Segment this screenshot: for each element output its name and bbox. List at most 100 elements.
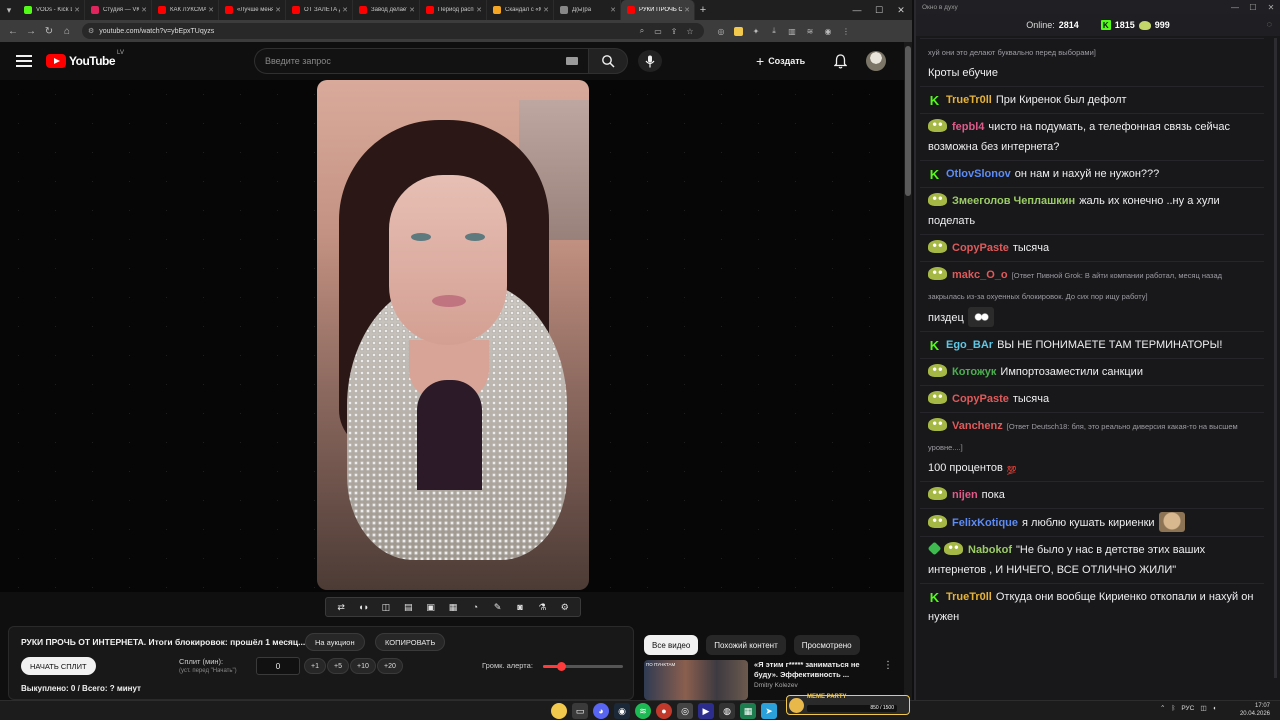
chat-username[interactable]: Nabokof (968, 544, 1012, 556)
add-5-button[interactable]: +5 (327, 658, 349, 674)
chat-close-icon[interactable]: ✕ (1262, 3, 1280, 12)
scrollbar-thumb[interactable] (905, 46, 911, 196)
steam-icon[interactable]: ◉ (614, 703, 630, 719)
app-icon[interactable]: ◎ (677, 703, 693, 719)
menu-kebab-icon[interactable]: ⋮ (837, 27, 855, 36)
chat-username[interactable]: Ego_BAr (946, 339, 993, 351)
spreadsheet-icon[interactable]: ▦ (740, 703, 756, 719)
back-icon[interactable]: ← (4, 26, 22, 37)
chat-username[interactable]: Змееголов Чеплашкин (952, 195, 1075, 207)
split-view-icon[interactable]: ▥ (783, 27, 801, 36)
screenshot-view-icon[interactable]: ◫ (377, 602, 395, 613)
chip-related[interactable]: Похожий контент (706, 635, 786, 655)
chat-username[interactable]: fepbl4 (952, 121, 984, 133)
copy-button[interactable]: КОПИРОВАТЬ (375, 633, 446, 651)
site-info-icon[interactable]: ⚙ (88, 27, 94, 35)
spotify-icon[interactable]: ≋ (635, 703, 651, 719)
cast-icon[interactable]: ▭ (650, 27, 666, 36)
picture-in-picture-icon[interactable]: ▣ (422, 602, 440, 613)
tab-close-icon[interactable]: ✕ (208, 6, 214, 14)
youtube-logo[interactable]: YouTube LV (46, 50, 124, 68)
browser-tab[interactable]: Д(ы)ра ✕ (554, 0, 621, 20)
recommended-video[interactable]: ПО ПУНКТАМ «Я этим г***** заниматься не … (644, 660, 904, 700)
chat-username[interactable]: FelixKotique (952, 517, 1018, 529)
alert-volume-slider[interactable] (543, 662, 623, 671)
chat-settings-icon[interactable]: ◌ (1267, 19, 1272, 29)
extension-icon[interactable]: ◎ (712, 27, 730, 36)
browser-tab[interactable]: Период распис✕ (420, 0, 487, 20)
chat-message[interactable]: K OtlovSlonov он нам и нахуй не нужон??? (920, 160, 1264, 187)
account-avatar[interactable] (866, 51, 886, 71)
chat-message[interactable]: Змееголов Чеплашкин жаль их конечно ..ну … (920, 187, 1264, 234)
chat-username[interactable]: OtlovSlonov (946, 168, 1011, 180)
sidebar-icon[interactable]: ≋ (801, 27, 819, 36)
chat-username[interactable]: Vanchenz (952, 420, 1003, 432)
address-bar[interactable]: ⚙ youtube.com/watch?v=ybEpxTUqyzs ⌕ ▭ ⇪ … (82, 23, 704, 39)
loop-icon[interactable]: ⇄ (332, 602, 350, 613)
channel-name[interactable]: Dmitry Kolezev (754, 682, 880, 689)
chrome-icon[interactable] (551, 703, 567, 719)
downloads-icon[interactable]: ⤓ (765, 26, 783, 36)
flask-icon[interactable]: ⚗ (533, 602, 551, 613)
chat-username[interactable]: CopyPaste (952, 242, 1009, 254)
telegram-icon[interactable]: ➤ (761, 703, 777, 719)
discord-icon[interactable]: ◕ (593, 703, 609, 719)
page-scrollbar[interactable] (904, 42, 912, 700)
reload-icon[interactable]: ↻ (40, 26, 58, 37)
home-icon[interactable]: ⌂ (58, 26, 76, 37)
chat-username[interactable]: CopyPaste (952, 393, 1009, 405)
split-minutes-input[interactable]: 0 (256, 657, 300, 675)
browser-tab[interactable]: РУКИ ПРОЧЬ О ✕ (621, 0, 695, 20)
edit-icon[interactable]: ✎ (489, 602, 507, 613)
extension-badge-icon[interactable] (734, 26, 743, 36)
extension-puzzle-icon[interactable]: ✦ (747, 27, 765, 36)
tab-close-icon[interactable]: ✕ (275, 6, 281, 14)
chip-watched[interactable]: Просмотрено (793, 635, 860, 655)
obs-icon[interactable]: ◍ (719, 703, 735, 719)
network-icon[interactable]: ◫ (1200, 704, 1206, 712)
chat-message[interactable]: makc_O_o [Ответ Пивной Grok: В айти компа… (920, 261, 1264, 331)
tab-close-icon[interactable]: ✕ (543, 6, 549, 14)
alert-volume-knob[interactable] (556, 662, 566, 671)
close-window-icon[interactable]: ✕ (890, 5, 912, 16)
browser-tab[interactable]: КАК ЛУКСМАКС✕ (152, 0, 219, 20)
chat-username[interactable]: makc_O_o (952, 269, 1008, 281)
chat-message[interactable]: K Ego_BAr ВЫ НЕ ПОНИМАЕТЕ ТАМ ТЕРМИНАТОРЫ! (920, 331, 1264, 358)
forward-icon[interactable]: → (22, 26, 40, 37)
chat-message-list[interactable]: хуй они это делают буквально перед выбор… (920, 38, 1264, 700)
browser-tab[interactable]: VODs - Kick Du✕ (18, 0, 85, 20)
share-icon[interactable]: ⇪ (666, 27, 682, 36)
add-1-button[interactable]: +1 (304, 658, 326, 674)
tab-close-icon[interactable]: ✕ (342, 6, 348, 14)
chat-username[interactable]: nijen (952, 489, 978, 501)
search-input[interactable]: Введите запрос (254, 48, 588, 74)
profile-icon[interactable]: ◉ (819, 27, 837, 36)
recommended-title[interactable]: «Я этим г***** заниматься не буду». Эффе… (754, 660, 880, 680)
maximize-icon[interactable]: ☐ (868, 5, 890, 16)
chat-username[interactable]: TrueTr0ll (946, 94, 992, 106)
tray-chevron-icon[interactable]: ⌃ (1160, 704, 1165, 712)
chat-username[interactable]: TrueTr0ll (946, 591, 992, 603)
minimize-icon[interactable]: — (846, 5, 868, 16)
meme-party-widget[interactable]: MEME PARTY 850 / 1500 (786, 694, 910, 715)
browser-tab[interactable]: «Лучше меня у✕ (219, 0, 286, 20)
add-10-button[interactable]: +10 (350, 658, 376, 674)
start-split-button[interactable]: НАЧАТЬ СПЛИТ (21, 657, 96, 675)
tab-close-icon[interactable]: ✕ (141, 6, 147, 14)
speed-gauge-icon[interactable]: ◔ (466, 602, 484, 612)
browser-tab[interactable]: Студия — VK В✕ (85, 0, 152, 20)
video-thumbnail[interactable]: ПО ПУНКТАМ (644, 660, 748, 700)
tab-close-icon[interactable]: ✕ (476, 6, 482, 14)
chat-minimize-icon[interactable]: — (1226, 3, 1244, 12)
language-indicator[interactable]: РУС (1181, 705, 1194, 712)
tab-close-icon[interactable]: ✕ (684, 6, 690, 14)
bookmark-star-icon[interactable]: ☆ (682, 27, 698, 36)
chat-message[interactable]: хуй они это делают буквально перед выбор… (920, 38, 1264, 86)
chat-message[interactable]: Vanchenz [Ответ Deutsch18: бля, это реаль… (920, 412, 1264, 481)
chat-message[interactable]: CopyPaste тысяча (920, 234, 1264, 261)
tab-close-icon[interactable]: ✕ (74, 6, 80, 14)
windows-start-icon[interactable] (530, 703, 546, 719)
chat-message[interactable]: K TrueTr0ll Откуда они вообще Кириенко отк… (920, 583, 1264, 630)
film-strip-icon[interactable]: ▦ (444, 602, 462, 613)
volume-icon[interactable]: ◖ (1213, 705, 1217, 712)
